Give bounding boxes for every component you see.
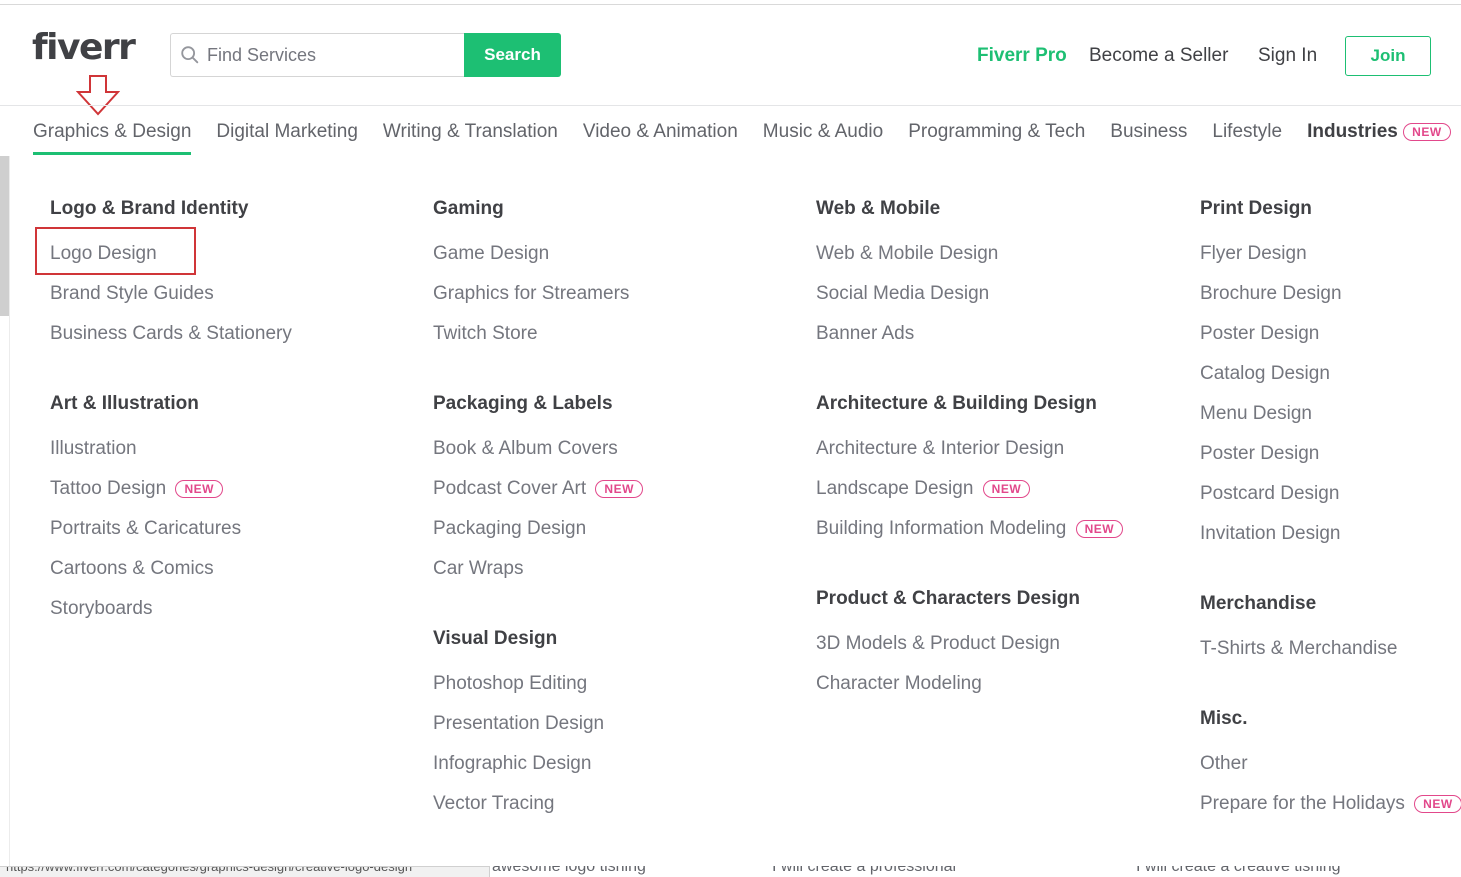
- group-title[interactable]: Misc.: [1200, 707, 1248, 731]
- menu-item-with-badge[interactable]: Tattoo Design NEW: [50, 477, 223, 501]
- annotation-down-arrow-icon: [76, 75, 120, 116]
- top-border: [0, 4, 1461, 5]
- menu-item[interactable]: Twitch Store: [433, 322, 538, 346]
- menu-item[interactable]: Brand Style Guides: [50, 282, 214, 306]
- menu-item-with-badge[interactable]: Prepare for the Holidays NEW: [1200, 792, 1461, 816]
- menu-item[interactable]: Cartoons & Comics: [50, 557, 214, 581]
- menu-item[interactable]: Packaging Design: [433, 517, 586, 541]
- new-badge: NEW: [175, 479, 223, 498]
- menu-item[interactable]: Web & Mobile Design: [816, 242, 998, 266]
- menu-item-with-badge[interactable]: Landscape Design NEW: [816, 477, 1031, 501]
- menu-item[interactable]: Social Media Design: [816, 282, 989, 306]
- gig-title[interactable]: awesome logo tisning: [492, 866, 646, 876]
- group-title[interactable]: Merchandise: [1200, 592, 1316, 616]
- group-title[interactable]: Packaging & Labels: [433, 392, 613, 416]
- menu-item-label: Tattoo Design: [50, 478, 167, 499]
- group-title[interactable]: Print Design: [1200, 197, 1312, 221]
- gig-title[interactable]: I will create a creative tisning: [1136, 866, 1341, 876]
- new-badge: NEW: [1075, 519, 1124, 538]
- annotation-highlight-box: [35, 227, 196, 275]
- search-icon: [181, 46, 199, 64]
- nav-video-animation[interactable]: Video & Animation: [583, 118, 738, 146]
- status-url: https://www.fiverr.com/categories/graphi…: [6, 866, 413, 874]
- nav-writing-translation[interactable]: Writing & Translation: [383, 118, 558, 146]
- menu-item-label: Landscape Design: [816, 478, 974, 499]
- menu-item[interactable]: Business Cards & Stationery: [50, 322, 292, 346]
- sign-in-link[interactable]: Sign In: [1258, 44, 1317, 68]
- new-badge: NEW: [1403, 122, 1451, 141]
- group-title[interactable]: Visual Design: [433, 627, 557, 651]
- menu-item[interactable]: Infographic Design: [433, 752, 591, 776]
- menu-item[interactable]: Car Wraps: [433, 557, 523, 581]
- menu-item-label: Podcast Cover Art: [433, 478, 587, 499]
- group-title[interactable]: Logo & Brand Identity: [50, 197, 248, 221]
- nav-business[interactable]: Business: [1110, 118, 1187, 146]
- menu-item[interactable]: Character Modeling: [816, 672, 982, 696]
- nav-programming-tech[interactable]: Programming & Tech: [908, 118, 1085, 146]
- menu-item[interactable]: Postcard Design: [1200, 482, 1339, 506]
- fiverr-logo[interactable]: fiverr: [32, 26, 136, 70]
- menu-item[interactable]: Other: [1200, 752, 1248, 776]
- menu-item[interactable]: Book & Album Covers: [433, 437, 618, 461]
- new-badge: NEW: [982, 479, 1031, 498]
- menu-item[interactable]: Portraits & Caricatures: [50, 517, 241, 541]
- nav-industries-label: Industries: [1307, 121, 1398, 142]
- nav-music-audio[interactable]: Music & Audio: [763, 118, 883, 146]
- nav-lifestyle[interactable]: Lifestyle: [1212, 118, 1282, 146]
- menu-item[interactable]: Brochure Design: [1200, 282, 1342, 306]
- menu-item[interactable]: Presentation Design: [433, 712, 604, 736]
- menu-item[interactable]: T-Shirts & Merchandise: [1200, 637, 1397, 661]
- category-nav: Graphics & Design Digital Marketing Writ…: [33, 118, 1461, 155]
- page-edge-strip: [0, 156, 9, 316]
- menu-item-with-badge[interactable]: Podcast Cover Art NEW: [433, 477, 643, 501]
- new-badge: NEW: [595, 479, 643, 498]
- menu-item-label: Building Information Modeling: [816, 518, 1067, 539]
- fiverr-pro-link[interactable]: Fiverr Pro: [977, 44, 1067, 68]
- nav-industries[interactable]: Industries NEW: [1307, 118, 1451, 146]
- nav-digital-marketing[interactable]: Digital Marketing: [216, 118, 358, 146]
- menu-item-label: Prepare for the Holidays: [1200, 793, 1405, 814]
- menu-item[interactable]: Illustration: [50, 437, 137, 461]
- menu-item[interactable]: Poster Design: [1200, 322, 1319, 346]
- menu-item[interactable]: 3D Models & Product Design: [816, 632, 1060, 656]
- nav-divider: [0, 105, 1461, 106]
- group-title[interactable]: Art & Illustration: [50, 392, 199, 416]
- menu-item[interactable]: Poster Design: [1200, 442, 1319, 466]
- menu-item[interactable]: Game Design: [433, 242, 549, 266]
- menu-item[interactable]: Vector Tracing: [433, 792, 554, 816]
- group-title[interactable]: Web & Mobile: [816, 197, 940, 221]
- group-title[interactable]: Architecture & Building Design: [816, 392, 1097, 416]
- menu-item[interactable]: Catalog Design: [1200, 362, 1330, 386]
- new-badge: NEW: [1414, 794, 1461, 813]
- search-input[interactable]: [207, 44, 447, 66]
- search-bar: Search: [170, 33, 561, 77]
- search-button[interactable]: Search: [464, 33, 561, 77]
- gig-title[interactable]: I will create a professional: [772, 866, 956, 876]
- group-title[interactable]: Product & Characters Design: [816, 587, 1080, 611]
- nav-graphics-design[interactable]: Graphics & Design: [33, 118, 192, 155]
- menu-item[interactable]: Graphics for Streamers: [433, 282, 629, 306]
- menu-item[interactable]: Architecture & Interior Design: [816, 437, 1064, 461]
- menu-item[interactable]: Menu Design: [1200, 402, 1312, 426]
- menu-item[interactable]: Storyboards: [50, 597, 152, 621]
- menu-item[interactable]: Invitation Design: [1200, 522, 1340, 546]
- mega-menu-dropdown: Logo & Brand Identity Logo Design Brand …: [9, 156, 1461, 866]
- join-button[interactable]: Join: [1345, 36, 1431, 76]
- search-field-wrapper[interactable]: [170, 33, 464, 77]
- menu-item[interactable]: Flyer Design: [1200, 242, 1307, 266]
- menu-item[interactable]: Banner Ads: [816, 322, 914, 346]
- menu-item-with-badge[interactable]: Building Information Modeling NEW: [816, 517, 1124, 541]
- become-seller-link[interactable]: Become a Seller: [1089, 44, 1228, 68]
- menu-item[interactable]: Photoshop Editing: [433, 672, 587, 696]
- group-title[interactable]: Gaming: [433, 197, 504, 221]
- browser-status-bar: https://www.fiverr.com/categories/graphi…: [0, 866, 490, 877]
